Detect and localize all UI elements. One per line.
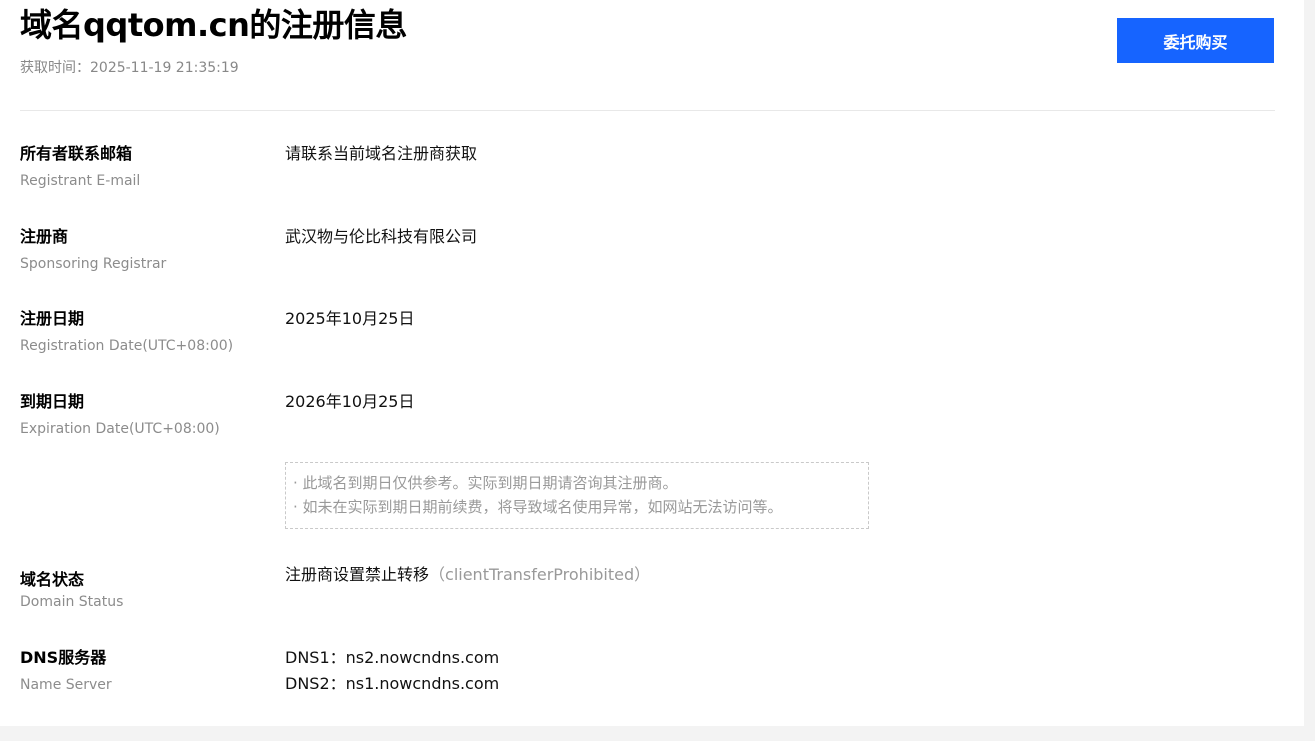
fetch-timestamp: 获取时间：2025-11-19 21:35:19 xyxy=(20,60,239,76)
dns-server-2: DNS2：ns1.nowcndns.com xyxy=(285,674,500,693)
registration-date-label-en: Registration Date(UTC+08:00) xyxy=(20,338,234,354)
header-divider xyxy=(20,110,1275,111)
domain-status-text: 注册商设置禁止转移 xyxy=(285,565,430,584)
registration-date-value: 2025年10月25日 xyxy=(285,309,415,328)
expiration-date-value: 2026年10月25日 xyxy=(285,392,415,411)
domain-status-code: （clientTransferProhibited） xyxy=(429,565,651,584)
dns-label: DNS服务器 xyxy=(20,648,107,667)
dns-server-1: DNS1：ns2.nowcndns.com xyxy=(285,648,500,667)
expiration-note-box: · 此域名到期日仅供参考。实际到期日期请咨询其注册商。 · 如未在实际到期日期前… xyxy=(285,462,869,529)
registration-date-label: 注册日期 xyxy=(20,309,85,328)
entrust-purchase-button[interactable]: 委托购买 xyxy=(1117,18,1274,63)
registrar-label-en: Sponsoring Registrar xyxy=(20,256,167,272)
domain-status-value: 注册商设置禁止转移（clientTransferProhibited） xyxy=(285,564,650,586)
email-label: 所有者联系邮箱 xyxy=(20,144,133,163)
email-value: 请联系当前域名注册商获取 xyxy=(285,144,478,163)
dns-label-en: Name Server xyxy=(20,677,112,693)
expiration-date-label: 到期日期 xyxy=(20,392,85,411)
expiration-note-line: · 如未在实际到期日期前续费，将导致域名使用异常，如网站无法访问等。 xyxy=(293,498,783,516)
expiration-date-label-en: Expiration Date(UTC+08:00) xyxy=(20,421,220,437)
registrar-value: 武汉物与伦比科技有限公司 xyxy=(285,227,478,246)
registrar-label: 注册商 xyxy=(20,227,69,246)
whois-panel: 域名qqtom.cn的注册信息 获取时间：2025-11-19 21:35:19… xyxy=(0,0,1304,726)
domain-status-label-en: Domain Status xyxy=(20,594,124,610)
email-label-en: Registrant E-mail xyxy=(20,173,141,189)
domain-status-label: 域名状态 xyxy=(20,570,85,589)
expiration-note-line: · 此域名到期日仅供参考。实际到期日期请咨询其注册商。 xyxy=(293,474,678,492)
page-title: 域名qqtom.cn的注册信息 xyxy=(20,6,407,44)
